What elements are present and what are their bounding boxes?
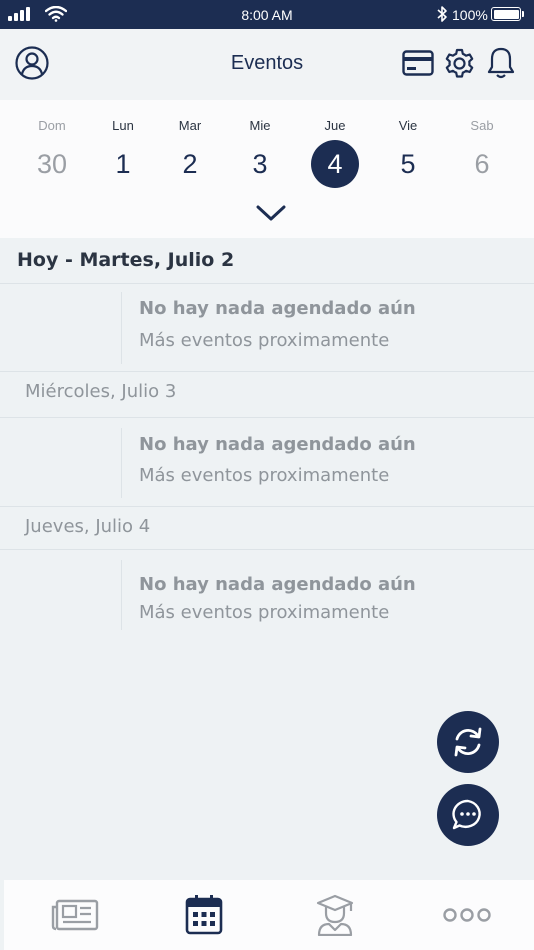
date-header: Jueves, Julio 4 — [0, 507, 534, 550]
gear-icon[interactable] — [443, 47, 476, 80]
date-header: Hoy - Martes, Julio 2 — [0, 238, 534, 284]
empty-event-block: No hay nada agendado aún Más eventos pro… — [0, 418, 534, 507]
battery-icon — [491, 7, 524, 21]
graduate-icon — [316, 894, 354, 936]
chevron-down-icon[interactable] — [256, 204, 286, 222]
app-header: Eventos — [0, 29, 534, 100]
bell-icon[interactable] — [486, 46, 516, 80]
chat-icon — [452, 799, 481, 830]
calendar-icon — [185, 895, 223, 935]
nav-graduate[interactable] — [300, 880, 370, 950]
chat-button[interactable] — [437, 784, 499, 846]
date-header: Miércoles, Julio 3 — [0, 372, 534, 418]
bottom-nav — [4, 880, 534, 950]
more-icon — [443, 908, 491, 922]
nav-calendar[interactable] — [169, 880, 239, 950]
nav-news[interactable] — [40, 880, 110, 950]
newspaper-icon — [51, 899, 99, 931]
card-icon[interactable] — [402, 50, 434, 76]
battery-percent: 100% — [452, 7, 488, 23]
week-strip: Dom 30 Lun 1 Mar 2 Mie 3 Jue 4 Vie 5 Sab… — [0, 100, 534, 238]
bluetooth-icon — [437, 6, 447, 22]
refresh-button[interactable] — [437, 711, 499, 773]
refresh-icon — [454, 727, 482, 757]
nav-more[interactable] — [432, 880, 502, 950]
empty-event-block: No hay nada agendado aún Más eventos pro… — [0, 550, 534, 636]
status-bar: 8:00 AM 100% — [0, 0, 534, 29]
empty-event-block: No hay nada agendado aún Más eventos pro… — [0, 284, 534, 372]
